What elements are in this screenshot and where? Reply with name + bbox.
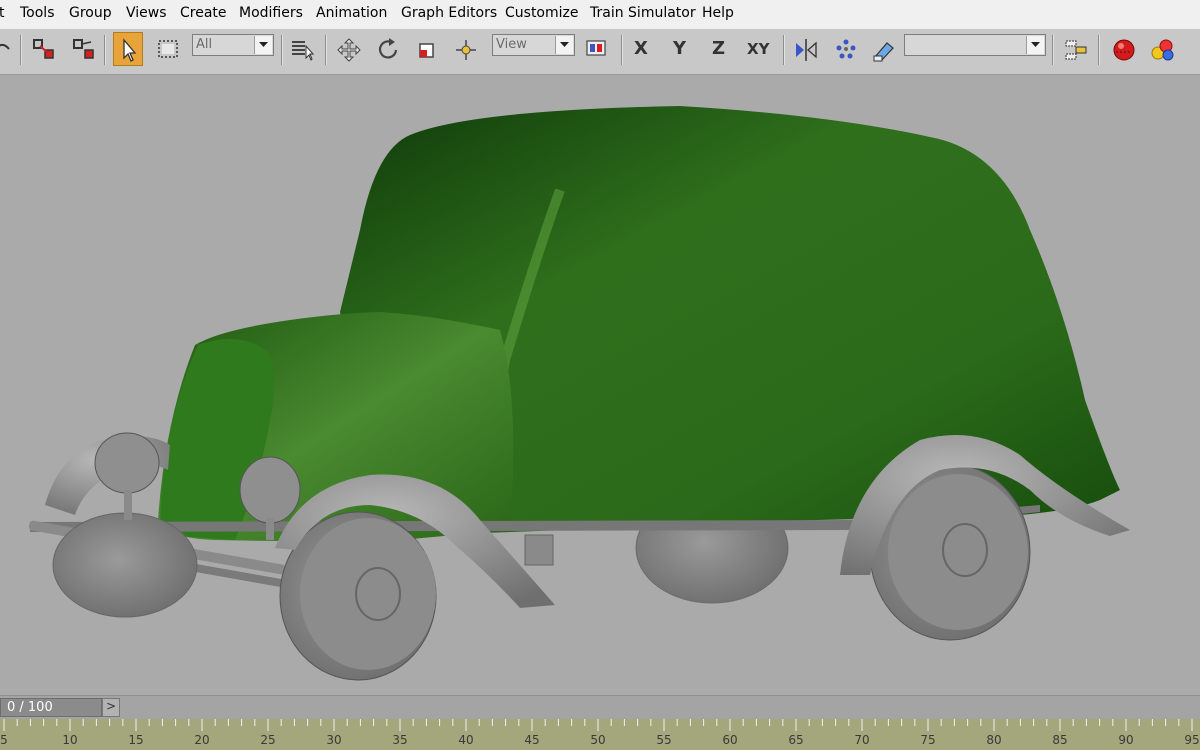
menu-graph-editors[interactable]: Graph Editors — [401, 5, 497, 21]
toolbar-separator — [325, 35, 327, 65]
cursor-arrow-icon — [123, 38, 137, 62]
frame-counter: 0 / 100 — [7, 700, 53, 715]
menu-create[interactable]: Create — [180, 5, 227, 21]
next-frame-button[interactable]: > — [102, 698, 120, 717]
menu-views[interactable]: Views — [126, 5, 167, 21]
selection-filter-dropdown[interactable]: All — [192, 34, 274, 56]
menu-train-simulator[interactable]: Train Simulator — [590, 5, 696, 21]
tick-label: 50 — [590, 733, 606, 747]
place-icon — [456, 40, 476, 60]
menu-bar: t Tools Group Views Create Modifiers Ani… — [0, 0, 1200, 30]
named-selection-set-dropdown[interactable] — [904, 34, 1046, 56]
tick-label: 90 — [1118, 733, 1134, 747]
menu-modifiers[interactable]: Modifiers — [239, 5, 303, 21]
constrain-xy-button[interactable]: XY — [747, 40, 769, 58]
space-warp-icon — [0, 43, 10, 50]
select-object-button[interactable] — [113, 32, 143, 66]
tick-label: 80 — [986, 733, 1002, 747]
constrain-y-button[interactable]: Y — [673, 38, 686, 59]
move-icon — [337, 38, 361, 62]
chevron-down-icon — [1026, 36, 1044, 54]
mirror-button[interactable] — [790, 32, 820, 66]
tick-label: 5 — [0, 733, 8, 747]
tick-label: 60 — [722, 733, 738, 747]
scale-button[interactable] — [411, 32, 441, 66]
track-bar-ticks — [3, 719, 1193, 731]
tick-label: 20 — [194, 733, 210, 747]
render-setup-button[interactable] — [1108, 32, 1138, 66]
menu-edit-partial[interactable]: t — [0, 5, 5, 21]
menu-animation[interactable]: Animation — [316, 5, 387, 21]
rectangle-select-icon — [158, 40, 178, 58]
tick-label: 40 — [458, 733, 474, 747]
align-icon — [873, 42, 894, 62]
select-link-button[interactable] — [28, 32, 58, 66]
time-slider[interactable]: 0 / 100 > — [0, 695, 1200, 720]
menu-help[interactable]: Help — [702, 5, 734, 21]
scale-icon — [419, 43, 434, 58]
tick-label: 35 — [392, 733, 408, 747]
front-far-wheel — [52, 512, 198, 618]
toolbar-separator — [281, 35, 283, 65]
track-bar[interactable]: 5 10 15 20 25 30 35 40 45 50 55 60 65 70… — [0, 719, 1200, 750]
tick-label: 95 — [1184, 733, 1200, 747]
unlink-icon — [73, 39, 94, 59]
car-model — [28, 106, 1130, 681]
tick-label: 85 — [1052, 733, 1068, 747]
toolbar-separator — [621, 35, 623, 65]
layer-manager-button[interactable] — [1060, 32, 1090, 66]
constrain-x-button[interactable]: X — [634, 38, 648, 59]
menu-tools[interactable]: Tools — [20, 5, 55, 21]
render-teapot-icon — [1113, 39, 1135, 61]
toolbar-separator — [104, 35, 106, 65]
layer-manager-icon — [1065, 40, 1087, 60]
rotate-button[interactable] — [373, 32, 403, 66]
reference-coordinate-dropdown[interactable]: View — [492, 34, 575, 56]
constrain-z-button[interactable]: Z — [712, 38, 725, 59]
main-toolbar: All View X Y Z XY — [0, 29, 1200, 75]
align-button[interactable] — [868, 32, 898, 66]
tick-label: 65 — [788, 733, 804, 747]
move-button[interactable] — [333, 32, 363, 66]
left-headlight — [94, 432, 160, 494]
toolbar-separator — [1098, 35, 1100, 65]
reference-coordinate-value: View — [496, 37, 527, 52]
selection-filter-value: All — [196, 37, 213, 52]
tick-label: 70 — [854, 733, 870, 747]
tick-label: 25 — [260, 733, 276, 747]
place-button[interactable] — [450, 32, 480, 66]
tick-label: 45 — [524, 733, 540, 747]
pivot-center-button[interactable] — [581, 32, 611, 66]
selection-region-button[interactable] — [153, 32, 183, 66]
array-button[interactable] — [830, 32, 860, 66]
tick-label: 30 — [326, 733, 342, 747]
menu-customize[interactable]: Customize — [505, 5, 579, 21]
chevron-down-icon — [254, 36, 272, 54]
tick-label: 15 — [128, 733, 144, 747]
array-icon — [836, 39, 856, 59]
perspective-viewport[interactable] — [0, 75, 1200, 695]
mirror-icon — [796, 39, 817, 61]
link-icon — [33, 39, 54, 59]
unlink-selection-button[interactable] — [68, 32, 98, 66]
material-editor-button[interactable] — [1146, 32, 1176, 66]
toolbar-separator — [20, 35, 22, 65]
right-headlight — [239, 456, 301, 524]
bind-space-warp-button[interactable] — [0, 32, 16, 66]
tick-label: 10 — [62, 733, 78, 747]
chevron-down-icon — [555, 36, 573, 54]
material-spheres-icon — [1151, 39, 1174, 61]
select-by-name-icon — [292, 41, 315, 61]
select-by-name-button[interactable] — [287, 32, 317, 66]
toolbar-separator — [1052, 35, 1054, 65]
pivot-center-icon — [586, 40, 606, 56]
tick-label: 75 — [920, 733, 936, 747]
menu-group[interactable]: Group — [69, 5, 112, 21]
toolbar-separator — [783, 35, 785, 65]
time-slider-thumb[interactable]: 0 / 100 — [0, 698, 102, 717]
running-board-peg — [524, 534, 554, 566]
chevron-right-icon: > — [106, 699, 117, 713]
tick-label: 55 — [656, 733, 672, 747]
rotate-icon — [378, 38, 398, 59]
